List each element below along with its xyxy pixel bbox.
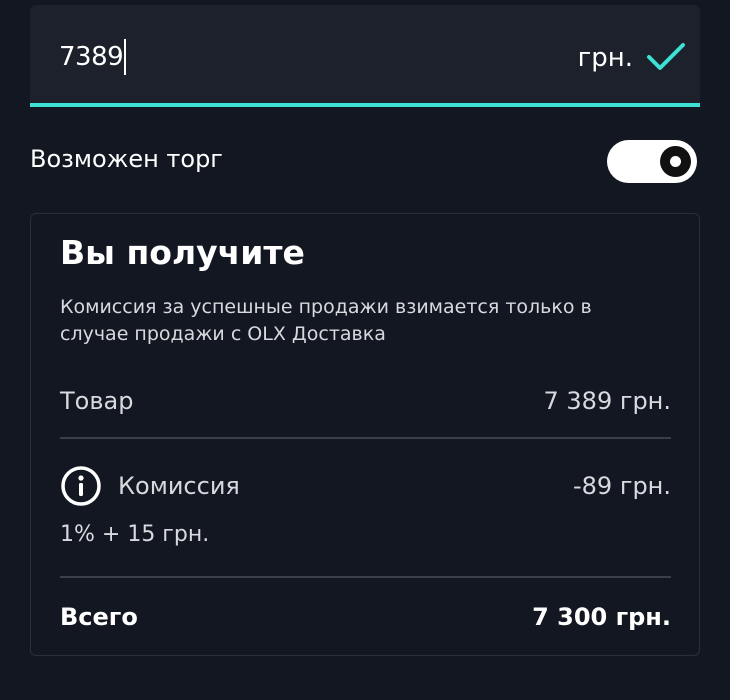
fee-row: Комиссия -89 грн. (60, 466, 671, 506)
currency-label: грн. (577, 43, 633, 73)
page: 7389 грн. Возможен торг Вы получите Коми… (0, 0, 730, 700)
toggle-knob (660, 146, 691, 177)
price-input[interactable]: 7389 (59, 37, 127, 77)
check-icon (647, 43, 685, 70)
info-icon[interactable] (60, 465, 102, 507)
text-caret (124, 39, 127, 75)
price-input-value[interactable]: 7389 (59, 42, 124, 72)
negotiable-toggle[interactable] (607, 140, 697, 183)
fee-label: Комиссия (118, 472, 240, 500)
price-input-field[interactable]: 7389 грн. (30, 5, 700, 105)
fee-left: Комиссия (60, 465, 240, 507)
item-value: 7 389 грн. (543, 387, 672, 415)
negotiable-label: Возможен торг (30, 145, 223, 173)
fee-value: -89 грн. (573, 472, 671, 500)
total-label: Всего (60, 603, 138, 631)
price-input-underline (30, 103, 700, 107)
divider (60, 576, 671, 578)
total-row: Всего 7 300 грн. (60, 600, 671, 634)
divider (60, 437, 671, 439)
item-row: Товар 7 389 грн. (60, 384, 671, 418)
fee-formula: 1% + 15 грн. (60, 522, 210, 547)
card-title: Вы получите (60, 233, 305, 272)
item-label: Товар (60, 387, 134, 415)
total-value: 7 300 грн. (532, 603, 671, 631)
card-description: Комиссия за успешные продажи взимается т… (60, 296, 592, 345)
payout-summary-card: Вы получите Комиссия за успешные продажи… (30, 213, 700, 656)
